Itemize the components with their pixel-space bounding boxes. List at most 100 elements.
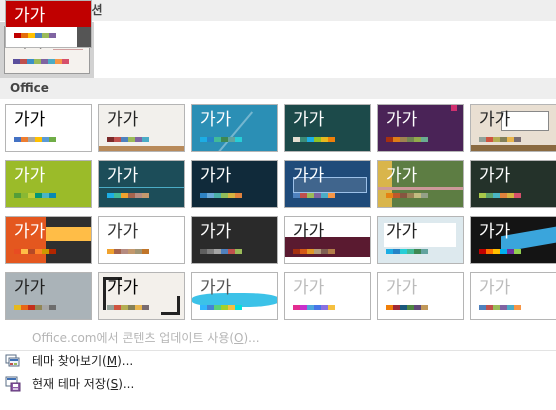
color-swatch — [49, 137, 56, 142]
theme-thumbnail[interactable]: 가가 — [470, 272, 556, 320]
color-swatch — [14, 137, 21, 142]
color-swatch — [49, 33, 56, 38]
color-swatch — [328, 305, 335, 310]
color-swatch — [21, 137, 28, 142]
color-swatch — [486, 305, 493, 310]
theme-thumbnail[interactable]: 가가 — [191, 272, 278, 320]
theme-thumbnail[interactable]: 가가 — [5, 160, 92, 208]
theme-thumbnail[interactable]: 가가 — [470, 104, 556, 152]
color-swatch — [49, 249, 56, 254]
theme-color-swatches — [293, 249, 335, 254]
color-swatch — [228, 193, 235, 198]
theme-sample-title: 가가 — [386, 278, 418, 298]
theme-sample-title: 가가 — [14, 110, 46, 130]
theme-thumbnail[interactable]: 가가 — [377, 160, 464, 208]
color-swatch — [207, 305, 214, 310]
theme-sample-title: 가가 — [107, 222, 139, 242]
theme-thumbnail[interactable]: 가가 — [191, 216, 278, 264]
theme-color-swatches — [293, 305, 335, 310]
color-swatch — [114, 137, 121, 142]
theme-thumbnail[interactable]: 가가 — [377, 104, 464, 152]
color-swatch — [28, 193, 35, 198]
color-swatch — [34, 59, 41, 64]
color-swatch — [514, 249, 521, 254]
theme-color-swatches — [479, 249, 521, 254]
theme-color-swatches — [14, 249, 56, 254]
theme-thumbnail[interactable]: 가가 — [377, 272, 464, 320]
theme-thumbnail[interactable]: 가가 — [284, 216, 371, 264]
color-swatch — [386, 137, 393, 142]
color-swatch — [328, 193, 335, 198]
color-swatch — [507, 137, 514, 142]
color-swatch — [307, 193, 314, 198]
color-swatch — [27, 59, 34, 64]
theme-thumbnail[interactable]: 가가 — [5, 0, 92, 48]
theme-color-swatches — [107, 193, 149, 198]
theme-thumbnail[interactable]: 가가 — [5, 104, 92, 152]
theme-thumbnail[interactable]: 가가 — [470, 216, 556, 264]
theme-thumbnail[interactable]: 가가 — [98, 104, 185, 152]
color-swatch — [300, 193, 307, 198]
save-theme-menu-item[interactable]: 현재 테마 저장(S)... — [0, 373, 556, 395]
color-swatch — [414, 249, 421, 254]
color-swatch — [135, 249, 142, 254]
update-content-menu-item[interactable]: Office.com에서 콘텐츠 업데이트 사용(O)... — [0, 327, 556, 349]
color-swatch — [421, 305, 428, 310]
color-swatch — [42, 193, 49, 198]
color-swatch — [207, 249, 214, 254]
theme-sample-title: 가가 — [386, 166, 418, 186]
theme-sample-title: 가가 — [479, 278, 511, 298]
color-swatch — [400, 193, 407, 198]
color-swatch — [207, 137, 214, 142]
theme-sample-title: 가가 — [14, 166, 46, 186]
theme-sample-title: 가가 — [293, 278, 325, 298]
color-swatch — [114, 193, 121, 198]
color-swatch — [55, 59, 62, 64]
theme-thumbnail[interactable]: 가가 — [284, 160, 371, 208]
color-swatch — [235, 137, 242, 142]
theme-thumbnail[interactable]: 가가 — [377, 216, 464, 264]
color-swatch — [114, 249, 121, 254]
color-swatch — [235, 249, 242, 254]
theme-thumbnail[interactable]: 가가 — [98, 272, 185, 320]
theme-thumbnail[interactable]: 가가 — [5, 216, 92, 264]
theme-thumbnail[interactable]: 가가 — [191, 160, 278, 208]
color-swatch — [400, 249, 407, 254]
color-swatch — [293, 305, 300, 310]
theme-color-swatches — [386, 305, 428, 310]
color-swatch — [479, 249, 486, 254]
theme-color-swatches — [200, 193, 242, 198]
color-swatch — [321, 193, 328, 198]
color-swatch — [393, 137, 400, 142]
theme-thumbnail[interactable]: 가가 — [284, 104, 371, 152]
color-swatch — [507, 305, 514, 310]
color-swatch — [135, 305, 142, 310]
theme-thumbnail[interactable]: 가가 — [98, 216, 185, 264]
color-swatch — [28, 33, 35, 38]
save-theme-suffix: )... — [118, 377, 135, 391]
theme-color-swatches — [293, 137, 335, 142]
theme-thumbnail[interactable]: 가가 — [98, 160, 185, 208]
theme-thumbnail[interactable]: 가가 — [5, 272, 92, 320]
color-swatch — [142, 249, 149, 254]
theme-thumbnail[interactable]: 가가 — [284, 272, 371, 320]
color-swatch — [514, 193, 521, 198]
color-swatch — [421, 193, 428, 198]
theme-sample-title: 가가 — [479, 110, 511, 130]
theme-color-swatches — [200, 305, 242, 310]
theme-thumbnail[interactable]: 가가 — [470, 160, 556, 208]
color-swatch — [414, 137, 421, 142]
color-swatch — [479, 137, 486, 142]
section-header-office: Office — [0, 78, 556, 99]
theme-sample-title: 가가 — [386, 222, 418, 242]
color-swatch — [21, 249, 28, 254]
color-swatch — [35, 193, 42, 198]
color-swatch — [314, 137, 321, 142]
color-swatch — [128, 137, 135, 142]
theme-thumbnail[interactable]: 가가 — [191, 104, 278, 152]
color-swatch — [20, 59, 27, 64]
theme-color-swatches — [200, 249, 242, 254]
update-content-suffix: )... — [243, 331, 260, 345]
browse-themes-menu-item[interactable]: 테마 찾아보기(M)... — [0, 350, 556, 372]
color-swatch — [507, 193, 514, 198]
